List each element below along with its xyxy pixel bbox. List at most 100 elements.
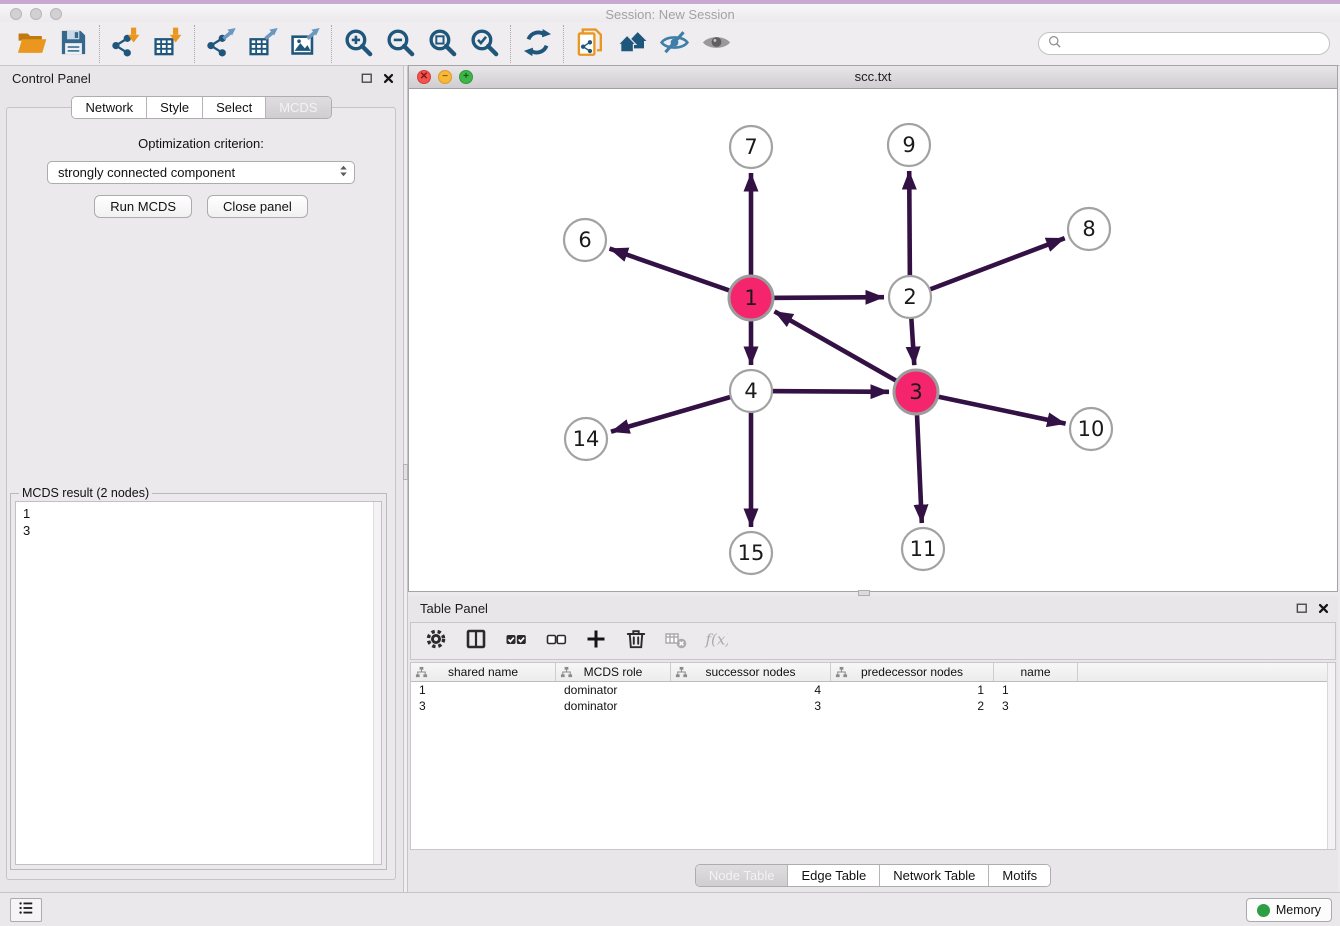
zoom-selected-button[interactable]	[463, 25, 505, 63]
graph-node-1[interactable]: 1	[729, 276, 773, 320]
select-all-columns-button[interactable]	[503, 628, 529, 654]
svg-text:14: 14	[573, 427, 600, 451]
memory-button[interactable]: Memory	[1246, 898, 1332, 922]
first-neighbors-button[interactable]	[611, 25, 653, 63]
show-all-button[interactable]	[695, 25, 737, 63]
zoom-in-button[interactable]	[337, 25, 379, 63]
search-icon	[1047, 34, 1062, 54]
zoom-network-window-button[interactable]: +	[459, 70, 473, 84]
column-header-predecessor-nodes[interactable]: predecessor nodes	[831, 663, 994, 681]
toolbar-separator	[194, 25, 195, 63]
toolbar-separator	[99, 25, 100, 63]
clone-network-icon	[575, 27, 606, 61]
gear-icon	[424, 627, 448, 656]
mcds-result-fieldset: MCDS result (2 nodes) 13	[10, 493, 387, 870]
open-session-button[interactable]	[10, 25, 52, 63]
task-history-button[interactable]	[10, 898, 42, 922]
zoom-out-button[interactable]	[379, 25, 421, 63]
svg-text:2: 2	[903, 285, 916, 309]
graph-node-10[interactable]: 10	[1070, 408, 1112, 450]
graph-node-9[interactable]: 9	[888, 124, 930, 166]
graph-edge-3-1[interactable]	[775, 311, 917, 392]
close-table-panel-icon[interactable]	[1317, 602, 1330, 620]
close-network-window-button[interactable]: ✕	[417, 70, 431, 84]
tab-network-table[interactable]: Network Table	[879, 865, 988, 886]
unselect-all-columns-button[interactable]	[543, 628, 569, 654]
column-layout-button[interactable]	[463, 628, 489, 654]
tab-edge-table[interactable]: Edge Table	[787, 865, 879, 886]
svg-text:9: 9	[902, 133, 915, 157]
attribute-icon	[560, 666, 573, 682]
table-panel-title: Table Panel	[420, 601, 488, 616]
table-row[interactable]: 3dominator323	[411, 698, 1335, 714]
import-table-button[interactable]	[147, 25, 189, 63]
graph-node-3[interactable]: 3	[894, 370, 938, 414]
graph-node-8[interactable]: 8	[1068, 208, 1110, 250]
hide-selected-button[interactable]	[653, 25, 695, 63]
graph-node-2[interactable]: 2	[889, 276, 931, 318]
cell-successor-nodes: 3	[671, 698, 831, 714]
float-panel-icon[interactable]	[360, 71, 374, 90]
toolbar-separator	[331, 25, 332, 63]
export-network-button[interactable]	[200, 25, 242, 63]
svg-text:3: 3	[909, 380, 922, 404]
table-header-row: shared name MCDS role successor nodes prede…	[411, 663, 1335, 682]
eye-slash-icon	[659, 27, 690, 61]
zoom-fit-button[interactable]	[421, 25, 463, 63]
column-header-label: MCDS role	[584, 665, 643, 679]
status-bar: Memory	[0, 892, 1340, 926]
create-column-button[interactable]	[583, 628, 609, 654]
run-mcds-button[interactable]: Run MCDS	[94, 195, 192, 218]
criterion-select[interactable]: strongly connected component	[47, 161, 355, 184]
graph-node-14[interactable]: 14	[565, 418, 607, 460]
delete-column-button[interactable]	[623, 628, 649, 654]
table-scrollbar[interactable]	[1327, 663, 1335, 849]
float-table-panel-icon[interactable]	[1295, 601, 1309, 620]
export-image-button[interactable]	[284, 25, 326, 63]
clone-network-button[interactable]	[569, 25, 611, 63]
close-panel-icon[interactable]	[382, 72, 395, 90]
graph-node-7[interactable]: 7	[730, 126, 772, 168]
horizontal-splitter-grip[interactable]	[858, 590, 870, 596]
table-delete-icon	[664, 627, 688, 656]
control-panel: Control Panel NetworkStyleSelectMCDS Opt…	[0, 66, 403, 892]
graph-edge-2-8[interactable]	[910, 238, 1065, 297]
column-header-MCDS-role[interactable]: MCDS role	[556, 663, 671, 681]
graph-node-15[interactable]: 15	[730, 532, 772, 574]
export-table-button[interactable]	[242, 25, 284, 63]
empty-boxes-icon	[544, 627, 568, 656]
memory-status-icon	[1257, 904, 1270, 917]
network-canvas[interactable]: 7 9 6 8 1 2 4 3 14 10 15 11	[409, 89, 1337, 591]
svg-text:4: 4	[744, 379, 757, 403]
tab-network[interactable]: Network	[72, 97, 146, 118]
mcds-result-text[interactable]: 13	[15, 501, 382, 865]
search-input[interactable]	[1066, 37, 1321, 51]
control-panel-title: Control Panel	[12, 71, 91, 86]
column-header-label: predecessor nodes	[861, 665, 963, 679]
tab-mcds[interactable]: MCDS	[265, 97, 330, 118]
network-view-window: ✕−+ scc.txt 7968124314101511	[408, 65, 1338, 592]
tab-motifs[interactable]: Motifs	[988, 865, 1050, 886]
table-settings-button[interactable]	[423, 628, 449, 654]
tab-node-table[interactable]: Node Table	[696, 865, 788, 886]
save-session-button[interactable]	[52, 25, 94, 63]
table-row[interactable]: 1dominator411	[411, 682, 1335, 698]
minimize-network-window-button[interactable]: −	[438, 70, 452, 84]
column-header-successor-nodes[interactable]: successor nodes	[671, 663, 831, 681]
close-panel-button[interactable]: Close panel	[207, 195, 308, 218]
search-box[interactable]	[1038, 32, 1330, 55]
tab-select[interactable]: Select	[202, 97, 265, 118]
graph-node-6[interactable]: 6	[564, 219, 606, 261]
column-header-name[interactable]: name	[994, 663, 1078, 681]
graph-node-4[interactable]: 4	[730, 370, 772, 412]
refresh-icon	[522, 27, 553, 61]
apply-layout-button[interactable]	[516, 25, 558, 63]
toolbar-separator	[510, 25, 511, 63]
tab-style[interactable]: Style	[146, 97, 202, 118]
svg-text:6: 6	[578, 228, 591, 252]
column-header-shared-name[interactable]: shared name	[411, 663, 556, 681]
table-body: 1dominator4113dominator323	[411, 682, 1335, 714]
import-network-button[interactable]	[105, 25, 147, 63]
graph-node-11[interactable]: 11	[902, 528, 944, 570]
svg-text:15: 15	[738, 541, 765, 565]
